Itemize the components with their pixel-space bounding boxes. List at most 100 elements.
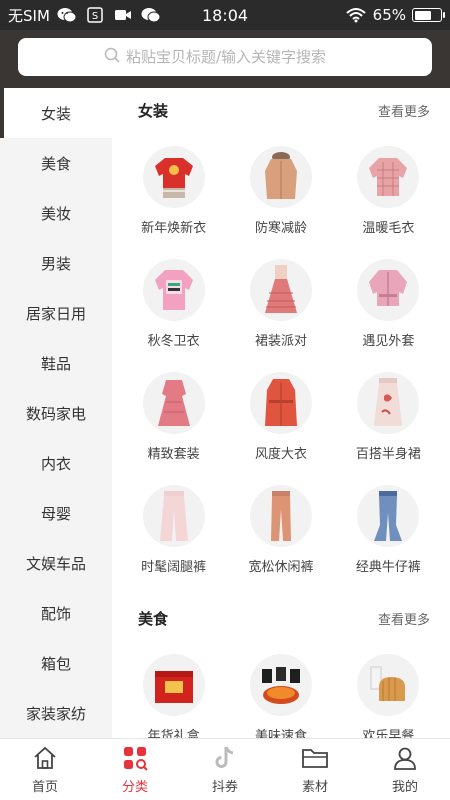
sidebar-item[interactable]: 男装 [0, 238, 112, 288]
category-tile-label: 新年焕新衣 [141, 221, 207, 236]
category-tile[interactable]: 宽松休闲裤 [227, 471, 334, 584]
category-tile[interactable]: 百搭半身裙 [335, 358, 442, 471]
category-tile-label: 百搭半身裙 [355, 447, 421, 462]
tiktok-icon [211, 744, 239, 772]
category-tile[interactable]: 秋冬卫衣 [120, 245, 227, 358]
category-tile[interactable]: 欢乐早餐 [335, 640, 442, 738]
category-tile-label: 经典牛仔裤 [355, 560, 421, 575]
sidebar-item-label: 女装 [40, 104, 71, 123]
category-tile-label: 时髦阔腿裤 [141, 560, 207, 575]
tab-label: 素材 [301, 780, 328, 795]
category-grid: 新年焕新衣 防寒减龄 温暖毛衣秋冬卫衣 裙装派对 遇见外套精致套装 风度大衣 百搭半身裙时髦… [112, 132, 450, 584]
category-tile-label: 风度大衣 [254, 447, 307, 462]
tab-tiktok[interactable]: 抖券 [180, 739, 270, 800]
bread-milk-icon [357, 654, 420, 716]
folder-icon [301, 744, 329, 772]
category-tile[interactable]: 温暖毛衣 [335, 132, 442, 245]
category-tile[interactable]: 风度大衣 [227, 358, 334, 471]
category-grid: 年货礼盒 美味速食 欢乐早餐 [112, 640, 450, 738]
sidebar-item-label: 箱包 [40, 654, 71, 673]
gift-box-icon [142, 654, 205, 716]
category-tile[interactable]: 精致套装 [120, 358, 227, 471]
sidebar-item[interactable]: 配饰 [0, 588, 112, 638]
wifi-icon [345, 6, 367, 24]
sidebar-item[interactable]: 女装 [0, 88, 112, 138]
category-sidebar: 女装美食美妆男装居家日用鞋品数码家电内衣 母婴文娱车品配饰箱包家装家纺 [0, 88, 112, 738]
tab-label: 首页 [31, 780, 58, 795]
sidebar-item[interactable]: 内衣 [0, 438, 112, 488]
tab-label: 分类 [121, 780, 148, 795]
hoodie-icon [142, 259, 205, 321]
home-icon [31, 744, 59, 772]
section-title: 女装 [138, 101, 169, 120]
category-content: 女装 查看更多 新年焕新衣 防寒减龄 温暖毛衣 秋冬卫衣 裙装派对 遇见外套 精致套装 风度大衣百… [112, 88, 450, 738]
see-more-link[interactable]: 查看更多 [378, 609, 430, 628]
sidebar-item-label: 男装 [40, 254, 71, 273]
carrier-label: 无SIM [8, 6, 50, 25]
sidebar-item[interactable]: 美食 [0, 138, 112, 188]
tab-folder[interactable]: 素材 [270, 739, 360, 800]
sidebar-item[interactable]: 鞋品 [0, 338, 112, 388]
tab-user[interactable]: 我的 [360, 739, 450, 800]
category-tile[interactable]: 防寒减龄 [227, 132, 334, 245]
sidebar-item-label: 鞋品 [40, 354, 71, 373]
red-sweater-icon [142, 146, 205, 208]
sidebar-item-label: 文娱车品 [25, 554, 86, 573]
jeans-icon [357, 485, 420, 547]
tab-home[interactable]: 首页 [0, 739, 90, 800]
sidebar-item-label: 美食 [40, 154, 71, 173]
chat-icon [140, 6, 162, 24]
section-header: 女装 查看更多 [112, 88, 450, 132]
tab-label: 我的 [391, 780, 418, 795]
category-tile[interactable]: 新年焕新衣 [120, 132, 227, 245]
sidebar-item[interactable]: 文娱车品 [0, 538, 112, 588]
search-icon [104, 47, 120, 67]
category-tile-label: 年货礼盒 [147, 729, 200, 738]
category-tile[interactable]: 遇见外套 [335, 245, 442, 358]
sidebar-item[interactable]: 美妆 [0, 188, 112, 238]
tab-category[interactable]: 分类 [90, 739, 180, 800]
sidebar-item-label: 配饰 [40, 604, 71, 623]
category-tile-label: 防寒减龄 [254, 221, 307, 236]
user-icon [391, 744, 419, 772]
battery-icon [412, 8, 445, 22]
suit-dress-icon [142, 372, 205, 434]
sidebar-item[interactable]: 箱包 [0, 638, 112, 688]
sidebar-item[interactable]: 居家日用 [0, 288, 112, 338]
header [0, 30, 450, 88]
status-bar: 无SIM S 18:04 65% [0, 0, 450, 30]
bottom-tab-bar: 首页 分类 抖券 素材 我的 [0, 738, 450, 800]
sidebar-item[interactable]: 数码家电 [0, 388, 112, 438]
search-input[interactable] [126, 48, 346, 66]
category-tile[interactable]: 年货礼盒 [120, 640, 227, 738]
category-tile-label: 美味速食 [254, 729, 307, 738]
coat-icon [249, 146, 312, 208]
s-app-icon: S [84, 6, 106, 24]
skirt-icon [357, 372, 420, 434]
see-more-link[interactable]: 查看更多 [378, 101, 430, 120]
jacket-icon [357, 259, 420, 321]
section-header: 美食 查看更多 [112, 596, 450, 640]
sidebar-item-label: 家装家纺 [25, 704, 86, 723]
sidebar-item[interactable]: 母婴 [0, 488, 112, 538]
casual-pants-icon [249, 485, 312, 547]
category-icon [121, 744, 149, 772]
svg-text:S: S [92, 11, 98, 22]
overcoat-icon [249, 372, 312, 434]
category-tile[interactable]: 经典牛仔裤 [335, 471, 442, 584]
sidebar-item-label: 数码家电 [25, 404, 86, 423]
section-title: 美食 [138, 609, 169, 628]
category-tile-label: 遇见外套 [362, 334, 415, 349]
sidebar-item[interactable]: 家装家纺 [0, 688, 112, 738]
search-box[interactable] [18, 38, 432, 76]
category-tile[interactable]: 美味速食 [227, 640, 334, 738]
category-tile[interactable]: 时髦阔腿裤 [120, 471, 227, 584]
video-icon [112, 6, 134, 24]
category-tile-label: 秋冬卫衣 [147, 334, 200, 349]
sidebar-item-label: 居家日用 [25, 304, 86, 323]
category-tile[interactable]: 裙装派对 [227, 245, 334, 358]
sidebar-item-label: 美妆 [40, 204, 71, 223]
battery-percent: 65% [372, 6, 406, 24]
dress-icon [249, 259, 312, 321]
category-tile-label: 宽松休闲裤 [248, 560, 314, 575]
